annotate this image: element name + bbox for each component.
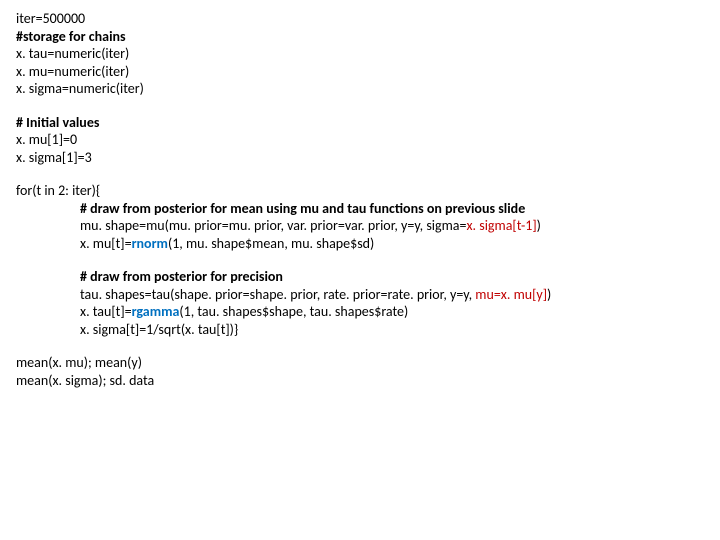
xmu-assign-suffix: (1, mu. shape$mean, mu. shape$sd) bbox=[168, 235, 374, 252]
tau-shapes-suffix: ) bbox=[547, 286, 551, 303]
line-mu-shape: mu. shape=mu(mu. prior=mu. prior, var. p… bbox=[80, 217, 704, 235]
tau-shapes-prefix: tau. shapes=tau(shape. prior=shape. prio… bbox=[80, 286, 475, 303]
rnorm-call-blue: rnorm bbox=[132, 235, 168, 252]
line-xsigma-decl: x. sigma=numeric(iter) bbox=[16, 80, 704, 98]
mu-ref-red: mu=x. mu[y] bbox=[475, 286, 547, 303]
rgamma-call-blue: rgamma bbox=[132, 303, 180, 320]
code-slide: iter=500000 #storage for chains x. tau=n… bbox=[0, 0, 720, 399]
line-iter: iter=500000 bbox=[16, 10, 704, 28]
line-for-loop: for(t in 2: iter){ bbox=[16, 182, 704, 200]
xtau-assign-prefix: x. tau[t]= bbox=[80, 303, 132, 320]
mu-shape-suffix: ) bbox=[537, 217, 541, 234]
line-xmu-init: x. mu[1]=0 bbox=[16, 131, 704, 149]
line-xsigma-assign: x. sigma[t]=1/sqrt(x. tau[t])} bbox=[80, 321, 704, 339]
blank-gap bbox=[16, 98, 704, 114]
line-posterior-mean-comment: # draw from posterior for mean using mu … bbox=[80, 200, 704, 218]
blank-gap bbox=[16, 166, 704, 182]
line-mean-sigma: mean(x. sigma); sd. data bbox=[16, 372, 704, 390]
line-posterior-precision-comment: # draw from posterior for precision bbox=[80, 268, 704, 286]
line-storage-comment: #storage for chains bbox=[16, 28, 704, 46]
xtau-assign-suffix: (1, tau. shapes$shape, tau. shapes$rate) bbox=[179, 303, 408, 320]
blank-gap bbox=[16, 338, 704, 354]
xmu-assign-prefix: x. mu[t]= bbox=[80, 235, 132, 252]
line-mean-mu: mean(x. mu); mean(y) bbox=[16, 354, 704, 372]
line-xsigma-init: x. sigma[1]=3 bbox=[16, 149, 704, 167]
line-xmu-decl: x. mu=numeric(iter) bbox=[16, 63, 704, 81]
line-initial-values-comment: # Initial values bbox=[16, 114, 704, 132]
blank-gap bbox=[16, 252, 704, 268]
line-tau-shapes: tau. shapes=tau(shape. prior=shape. prio… bbox=[80, 286, 704, 304]
xsigma-ref-red: x. sigma[t-1] bbox=[466, 217, 536, 234]
line-xmu-assign: x. mu[t]=rnorm(1, mu. shape$mean, mu. sh… bbox=[80, 235, 704, 253]
mu-shape-prefix: mu. shape=mu(mu. prior=mu. prior, var. p… bbox=[80, 217, 466, 234]
line-xtau-decl: x. tau=numeric(iter) bbox=[16, 45, 704, 63]
line-xtau-assign: x. tau[t]=rgamma(1, tau. shapes$shape, t… bbox=[80, 303, 704, 321]
